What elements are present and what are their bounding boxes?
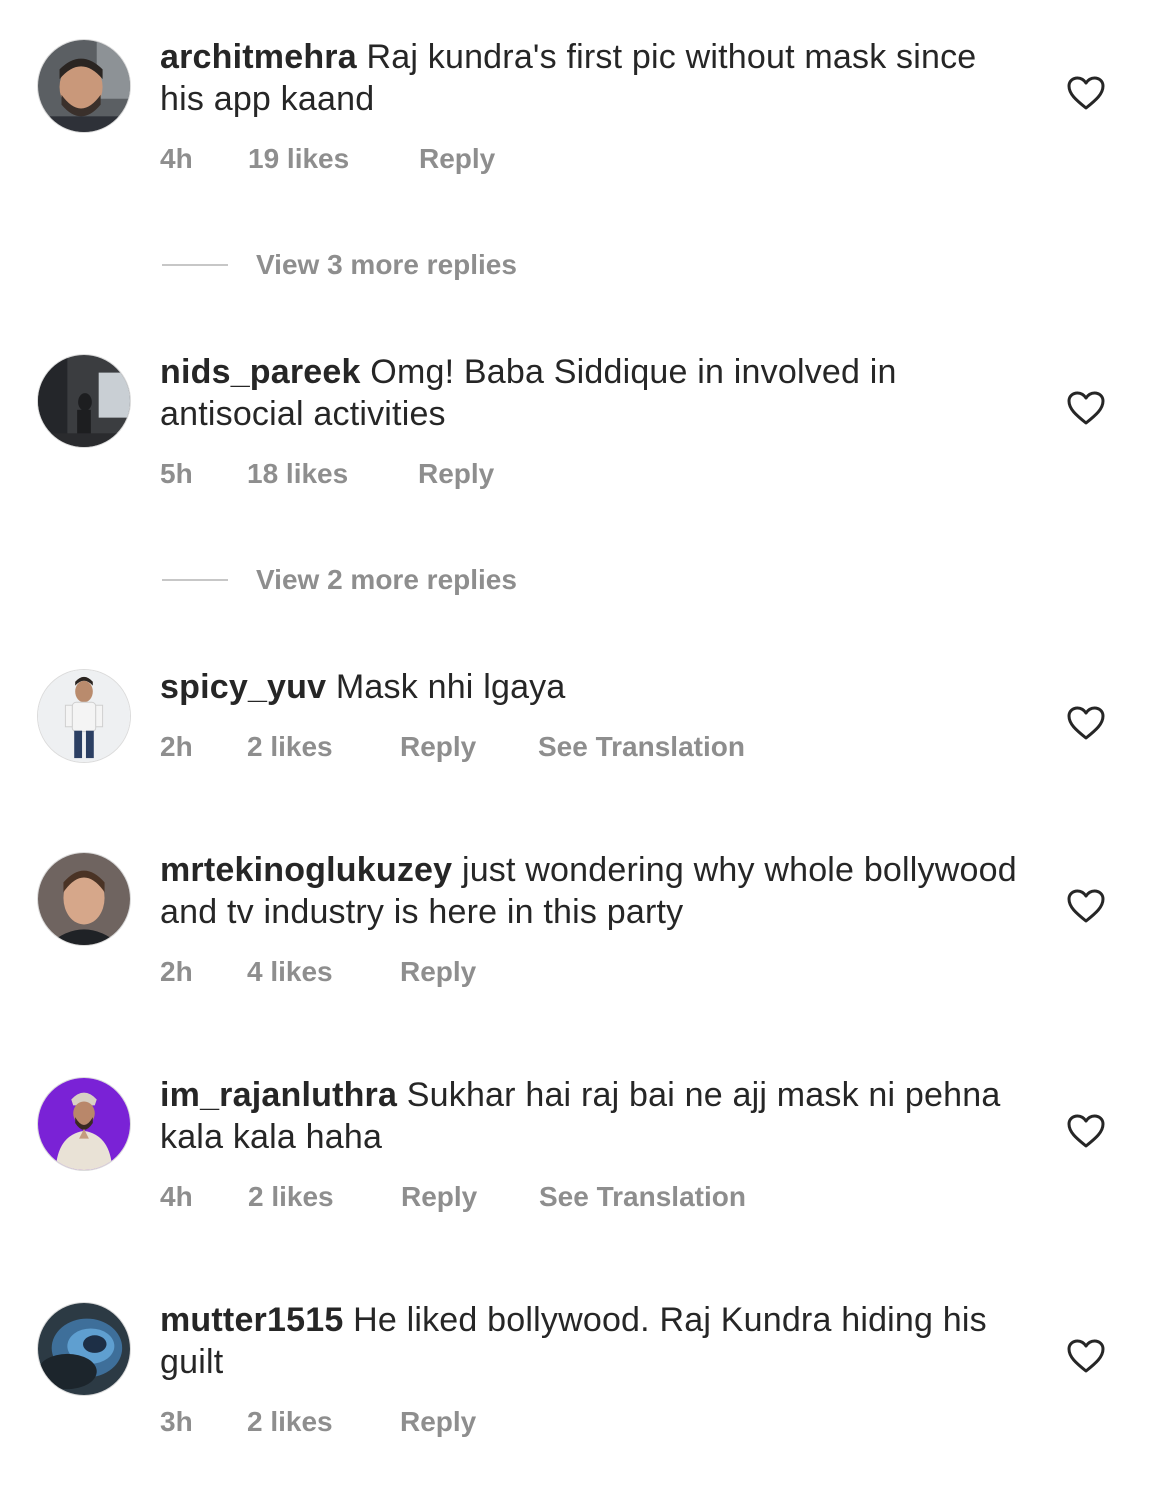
heart-outline-icon bbox=[1067, 889, 1105, 923]
reply-button[interactable]: Reply bbox=[419, 143, 495, 175]
comment-time: 3h bbox=[160, 1406, 193, 1437]
comment-time: 5h bbox=[160, 458, 193, 489]
comment-meta: 4h 2 likes Reply See Translation bbox=[160, 1181, 746, 1213]
view-more-label[interactable]: View 2 more replies bbox=[256, 560, 517, 600]
comment-meta: 5h 18 likes Reply bbox=[160, 458, 494, 490]
heart-outline-icon bbox=[1067, 706, 1105, 740]
comment-meta: 2h 2 likes Reply See Translation bbox=[160, 731, 745, 763]
like-button[interactable] bbox=[1066, 705, 1106, 741]
avatar[interactable] bbox=[37, 354, 131, 448]
divider bbox=[162, 264, 228, 266]
comment-text: mrtekinoglukuzey just wondering why whol… bbox=[160, 849, 1020, 933]
like-button[interactable] bbox=[1066, 390, 1106, 426]
comment-likes[interactable]: 18 likes bbox=[247, 458, 418, 490]
comment-text: mutter1515 He liked bollywood. Raj Kundr… bbox=[160, 1299, 1020, 1383]
comment-likes[interactable]: 19 likes bbox=[248, 143, 419, 175]
comment-body: Mask nhi lgaya bbox=[335, 668, 566, 706]
avatar[interactable] bbox=[37, 852, 131, 946]
reply-button[interactable]: Reply bbox=[400, 1406, 476, 1438]
avatar[interactable] bbox=[37, 1077, 131, 1171]
avatar[interactable] bbox=[37, 1302, 131, 1396]
reply-button[interactable]: Reply bbox=[401, 1181, 539, 1213]
like-button[interactable] bbox=[1066, 1113, 1106, 1149]
view-more-label[interactable]: View 3 more replies bbox=[256, 245, 517, 285]
comment-likes[interactable]: 2 likes bbox=[247, 1406, 400, 1438]
comment-username[interactable]: im_rajanluthra bbox=[160, 1076, 397, 1114]
heart-outline-icon bbox=[1067, 391, 1105, 425]
heart-outline-icon bbox=[1067, 1114, 1105, 1148]
like-button[interactable] bbox=[1066, 1338, 1106, 1374]
comment-text: nids_pareek Omg! Baba Siddique in involv… bbox=[160, 351, 1020, 435]
see-translation-button[interactable]: See Translation bbox=[538, 731, 745, 763]
heart-outline-icon bbox=[1067, 76, 1105, 110]
comment-time: 4h bbox=[160, 143, 193, 174]
comment-text: architmehra Raj kundra's first pic witho… bbox=[160, 36, 1020, 120]
avatar[interactable] bbox=[37, 39, 131, 133]
divider bbox=[162, 579, 228, 581]
comment-username[interactable]: nids_pareek bbox=[160, 353, 361, 391]
see-translation-button[interactable]: See Translation bbox=[539, 1181, 746, 1213]
reply-button[interactable]: Reply bbox=[418, 458, 494, 490]
comment-meta: 3h 2 likes Reply bbox=[160, 1406, 476, 1438]
comment-time: 2h bbox=[160, 731, 193, 762]
comment-likes[interactable]: 4 likes bbox=[247, 956, 400, 988]
comment-username[interactable]: mrtekinoglukuzey bbox=[160, 851, 452, 889]
comment-likes[interactable]: 2 likes bbox=[247, 731, 400, 763]
comment-likes[interactable]: 2 likes bbox=[248, 1181, 401, 1213]
comment-text: spicy_yuv Mask nhi lgaya bbox=[160, 666, 1020, 708]
comment-username[interactable]: mutter1515 bbox=[160, 1301, 343, 1339]
comment-time: 4h bbox=[160, 1181, 193, 1212]
comment-text: im_rajanluthra Sukhar hai raj bai ne ajj… bbox=[160, 1074, 1020, 1158]
comment-meta: 4h 19 likes Reply bbox=[160, 143, 495, 175]
comment-username[interactable]: architmehra bbox=[160, 38, 357, 76]
reply-button[interactable]: Reply bbox=[400, 956, 476, 988]
avatar[interactable] bbox=[37, 669, 131, 763]
like-button[interactable] bbox=[1066, 888, 1106, 924]
comment-time: 2h bbox=[160, 956, 193, 987]
comment-username[interactable]: spicy_yuv bbox=[160, 668, 326, 706]
comment-meta: 2h 4 likes Reply bbox=[160, 956, 476, 988]
heart-outline-icon bbox=[1067, 1339, 1105, 1373]
reply-button[interactable]: Reply bbox=[400, 731, 538, 763]
like-button[interactable] bbox=[1066, 75, 1106, 111]
